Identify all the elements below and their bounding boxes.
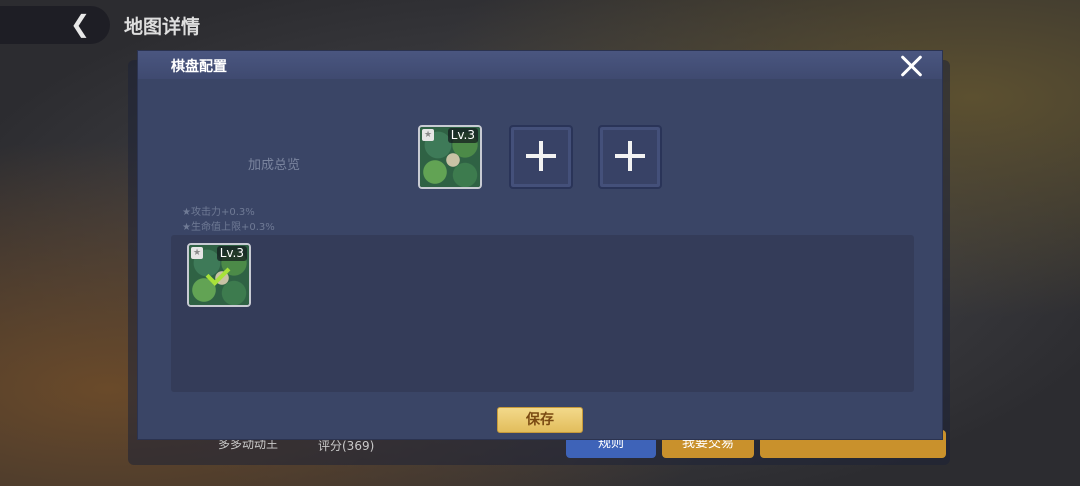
board-slot-2[interactable] (509, 125, 573, 189)
close-icon[interactable] (896, 51, 926, 81)
plus-icon (600, 127, 660, 187)
back-arrow-icon[interactable]: ❮ (70, 10, 90, 38)
bonus-stat: ★攻击力+0.3% (182, 207, 255, 218)
board-slot-3[interactable] (598, 125, 662, 189)
board-slot-1[interactable]: ★ Lv.3 (418, 125, 482, 189)
bonus-summary-title: 加成总览 (248, 158, 301, 173)
level-badge: Lv.3 (447, 128, 478, 143)
bonus-stat: ★生命值上限+0.3% (182, 222, 275, 233)
dialog-header: 棋盘配置 (138, 51, 942, 79)
inventory-item[interactable]: ★ Lv.3 (187, 243, 251, 307)
page-title: 地图详情 (124, 16, 201, 38)
top-bar: ❮ 地图详情 (0, 0, 1080, 48)
back-button[interactable] (0, 6, 110, 44)
save-button[interactable]: 保存 (497, 407, 583, 433)
background-score: 评分(369) (318, 439, 375, 453)
star-icon: ★ (191, 247, 203, 259)
board-config-dialog: 棋盘配置 加成总览 ★攻击力+0.3% ★生命值上限+0.3% ★ Lv.3 ★… (138, 51, 942, 439)
star-icon: ★ (422, 129, 434, 141)
level-badge: Lv.3 (216, 246, 247, 261)
dialog-title: 棋盘配置 (171, 59, 227, 75)
plus-icon (511, 127, 571, 187)
tile-inventory: ★ Lv.3 (171, 235, 914, 392)
